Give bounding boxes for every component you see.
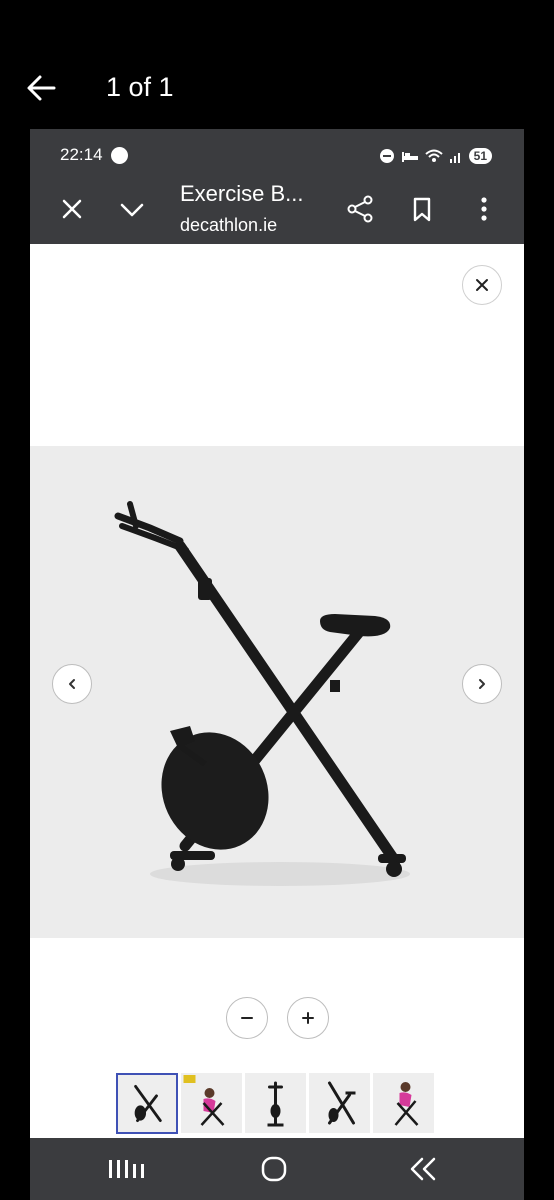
more-vert-icon (481, 197, 487, 221)
screenshot-frame: 22:14 51 Exercise B... decathlon.ie (30, 129, 524, 1200)
lightbox-close-button[interactable] (462, 265, 502, 305)
rider-thumbnail-icon (183, 1075, 225, 1126)
rider-2-thumbnail-icon (394, 1082, 419, 1126)
recents-icon (109, 1160, 144, 1178)
zoom-in-button[interactable] (287, 997, 329, 1039)
minimize-button[interactable] (116, 193, 148, 225)
plus-icon (302, 1012, 314, 1024)
browser-toolbar: Exercise B... decathlon.ie (30, 177, 524, 244)
thumbnail-strip (116, 1073, 434, 1135)
sleep-mode-icon (401, 152, 418, 162)
bike-side-thumbnail-icon (328, 1081, 356, 1125)
thumbnail-bike-side[interactable] (309, 1073, 370, 1133)
wifi-icon (424, 149, 443, 162)
previous-image-button[interactable] (52, 664, 92, 704)
home-icon (261, 1156, 287, 1182)
back-nav-button[interactable] (406, 1155, 438, 1188)
minus-icon (241, 1017, 253, 1019)
thumbnail-bike-front[interactable] (116, 1073, 178, 1134)
status-icons: 51 (379, 147, 492, 165)
signal-icon (449, 153, 460, 163)
share-icon (347, 195, 373, 223)
zoom-out-button[interactable] (226, 997, 268, 1039)
system-nav-bar (30, 1138, 524, 1200)
image-lightbox (30, 244, 524, 1138)
bike-thumbnail-icon (134, 1084, 162, 1123)
arrow-left-icon (27, 75, 56, 101)
page-domain: decathlon.ie (180, 215, 278, 235)
close-tab-button[interactable] (56, 193, 88, 225)
more-options-button[interactable] (468, 193, 500, 225)
back-button[interactable] (24, 70, 58, 106)
image-viewer-header: 1 of 1 (0, 0, 554, 128)
bike-upright-thumbnail-icon (267, 1081, 284, 1127)
battery-level: 51 (468, 148, 492, 164)
thumbnail-bike-with-rider[interactable] (181, 1073, 242, 1133)
chevron-down-icon (120, 203, 144, 217)
home-button[interactable] (260, 1155, 288, 1188)
close-icon (476, 279, 488, 291)
share-button[interactable] (344, 193, 376, 225)
status-bar: 22:14 51 (30, 129, 524, 177)
page-title: Exercise B... (180, 181, 304, 206)
double-chevron-left-icon (410, 1157, 436, 1181)
chevron-left-icon (69, 679, 75, 689)
image-counter: 1 of 1 (106, 72, 174, 102)
close-icon (62, 199, 82, 219)
status-time: 22:14 (60, 145, 103, 164)
chevron-right-icon (479, 679, 485, 689)
bookmark-button[interactable] (406, 193, 438, 225)
exercise-bike-image (114, 501, 410, 886)
thumbnail-bike-upright[interactable] (245, 1073, 306, 1133)
thumbnail-bike-rider-2[interactable] (373, 1073, 434, 1133)
next-image-button[interactable] (462, 664, 502, 704)
pinterest-icon (111, 147, 128, 164)
bookmark-icon (413, 197, 431, 222)
recent-apps-button[interactable] (106, 1156, 150, 1187)
dnd-icon (379, 149, 394, 163)
product-image[interactable] (30, 446, 524, 938)
